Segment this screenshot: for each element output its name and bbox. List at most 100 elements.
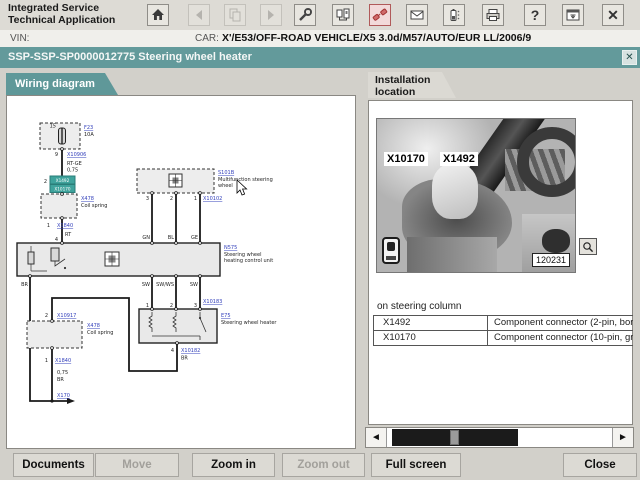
- horizontal-scrollbar[interactable]: ◄ ►: [365, 427, 634, 448]
- document-title: SSP-SSP-SP0000012775 Steering wheel heat…: [8, 51, 252, 63]
- connector-description: Component connector (2-pin, bordeaux: [494, 317, 633, 328]
- highlighted-connector-bottom: X10170: [54, 187, 71, 192]
- help-button[interactable]: ?: [524, 4, 546, 26]
- output-wire3: SW: [190, 282, 198, 288]
- output-wire2: SW/WS: [156, 282, 174, 288]
- coil-upper-wire: RT: [65, 232, 72, 238]
- car-label: CAR:: [195, 33, 219, 44]
- connector-id: X1492: [374, 316, 488, 330]
- scroll-left-button[interactable]: ◄: [366, 428, 387, 447]
- zoom-out-button[interactable]: Zoom out: [282, 453, 365, 477]
- highlighted-connector-top: X1492: [56, 178, 70, 183]
- control-unit-link[interactable]: N575: [224, 245, 237, 251]
- forward-button[interactable]: [260, 4, 282, 26]
- document-close-icon: ✕: [625, 52, 634, 63]
- output-wire0: BR: [21, 282, 28, 288]
- coil-spring-lower-link[interactable]: X478: [87, 323, 100, 329]
- move-button[interactable]: Move: [95, 453, 179, 477]
- minimize-window-button[interactable]: [562, 4, 584, 26]
- scroll-right-button[interactable]: ►: [612, 428, 633, 447]
- scroll-left-icon: ◄: [371, 432, 381, 443]
- mf-wire1: GN: [142, 235, 150, 241]
- coil-spring-lower-box[interactable]: [26, 320, 83, 349]
- vehicle-orientation-icon: [382, 237, 400, 264]
- mf-wire3: GE: [191, 235, 198, 241]
- table-row[interactable]: X1492 Component connector (2-pin, bordea…: [374, 316, 633, 331]
- tab-wiring-diagram[interactable]: Wiring diagram: [6, 73, 118, 95]
- output-wire1: SW: [142, 282, 150, 288]
- installation-location-line2: location: [375, 86, 416, 98]
- coil-spring-upper-box[interactable]: [40, 193, 78, 219]
- tab-wiring-diagram-label: Wiring diagram: [15, 78, 95, 90]
- back-icon: [196, 10, 202, 20]
- heater-link[interactable]: E75: [221, 313, 231, 319]
- battery-voltage-button[interactable]: [443, 4, 465, 26]
- close-button-label: Close: [584, 459, 616, 471]
- coil-lower-connector-out[interactable]: X1840: [55, 358, 71, 364]
- photo-shape: [432, 164, 478, 219]
- supply-connector-link[interactable]: X10906: [67, 152, 86, 158]
- zoom-in-button[interactable]: Zoom in: [192, 453, 275, 477]
- magnifier-icon: [583, 241, 594, 252]
- coil-upper-connector-out[interactable]: X1840: [57, 223, 73, 229]
- mf-steering-wheel-component[interactable]: [136, 168, 215, 194]
- photo-zoom-button[interactable]: [579, 238, 597, 255]
- ground-link[interactable]: X170: [57, 393, 70, 399]
- print-button[interactable]: [482, 4, 504, 26]
- printer-icon: [486, 9, 500, 21]
- window-minimize-icon: [566, 9, 580, 21]
- document-forward-button[interactable]: [224, 4, 246, 26]
- diagnostic-devices-button[interactable]: [332, 4, 354, 26]
- junction-dot: [50, 399, 54, 403]
- installation-photo: X10170 X1492 120231: [376, 118, 576, 273]
- coil-spring-upper-label: Coil spring: [81, 203, 107, 209]
- close-icon: ✕: [607, 7, 619, 23]
- coil-spring-upper-link[interactable]: X478: [81, 196, 94, 202]
- fuse-rating: 10A: [84, 132, 94, 138]
- diagnostic-device-icon: [336, 8, 350, 21]
- vin-label: VIN:: [10, 33, 30, 44]
- app-title-line2: Technical Application: [8, 14, 116, 26]
- control-unit-component[interactable]: [16, 242, 221, 277]
- car-value: X'/E53/OFF-ROAD VEHICLE/X5 3.0d/M57/AUTO…: [222, 32, 532, 44]
- mf-pin2: 2: [170, 196, 173, 202]
- mf-connector-link[interactable]: X10102: [203, 196, 222, 202]
- connector-id: X10170: [374, 331, 488, 345]
- installation-location-line1: Installation: [375, 74, 431, 86]
- scroll-right-icon: ►: [618, 432, 628, 443]
- close-button[interactable]: Close: [563, 453, 637, 477]
- back-button[interactable]: [188, 4, 210, 26]
- photo-label-x1492: X1492: [440, 152, 478, 166]
- close-application-button[interactable]: ✕: [602, 4, 624, 26]
- connection-status-button[interactable]: [369, 4, 391, 26]
- fuse-component[interactable]: 15: [39, 122, 81, 150]
- heater-connector-top-link[interactable]: X10183: [203, 299, 222, 305]
- fuse-id-link[interactable]: F23: [84, 125, 93, 131]
- heater-component[interactable]: [138, 308, 218, 344]
- table-row[interactable]: X10170 Component connector (10-pin, gree…: [374, 331, 633, 346]
- home-button[interactable]: [147, 4, 169, 26]
- messages-button[interactable]: [406, 4, 428, 26]
- photo-label-x10170: X10170: [384, 152, 428, 166]
- coil-spring-lower-label: Coil spring: [87, 330, 113, 336]
- document-close-button[interactable]: ✕: [622, 50, 637, 65]
- documents-button[interactable]: Documents: [13, 453, 94, 477]
- mf-wire2: BL: [168, 235, 174, 241]
- help-icon: ?: [530, 7, 540, 23]
- vehicle-info-bar: VIN: CAR: X'/E53/OFF-ROAD VEHICLE/X5 3.0…: [0, 30, 640, 47]
- documents-button-label: Documents: [22, 459, 85, 471]
- workshop-tools-button[interactable]: [294, 4, 316, 26]
- scrollbar-thumb[interactable]: [450, 430, 459, 445]
- forward-icon: [268, 10, 274, 20]
- heater-connector-out-link[interactable]: X10182: [181, 348, 200, 354]
- control-unit-pin-in: 4: [55, 237, 58, 243]
- highlighted-connector[interactable]: X1492 X10170: [49, 175, 76, 193]
- wiring-diagram: 15 F23 10A 9 X10906 RT-GE 0,75 X1492 X10…: [16, 122, 277, 404]
- header-bar: Integrated Service Technical Application: [0, 0, 640, 31]
- coil-lower-connector-in[interactable]: X10917: [57, 313, 76, 319]
- app-title-line1: Integrated Service: [8, 2, 100, 14]
- control-unit-label2: heating control unit: [224, 258, 273, 264]
- mf-steering-wheel-link[interactable]: S101B: [218, 170, 235, 176]
- full-screen-button[interactable]: Full screen: [371, 453, 461, 477]
- coil-lower-wire-color: BR: [57, 377, 64, 383]
